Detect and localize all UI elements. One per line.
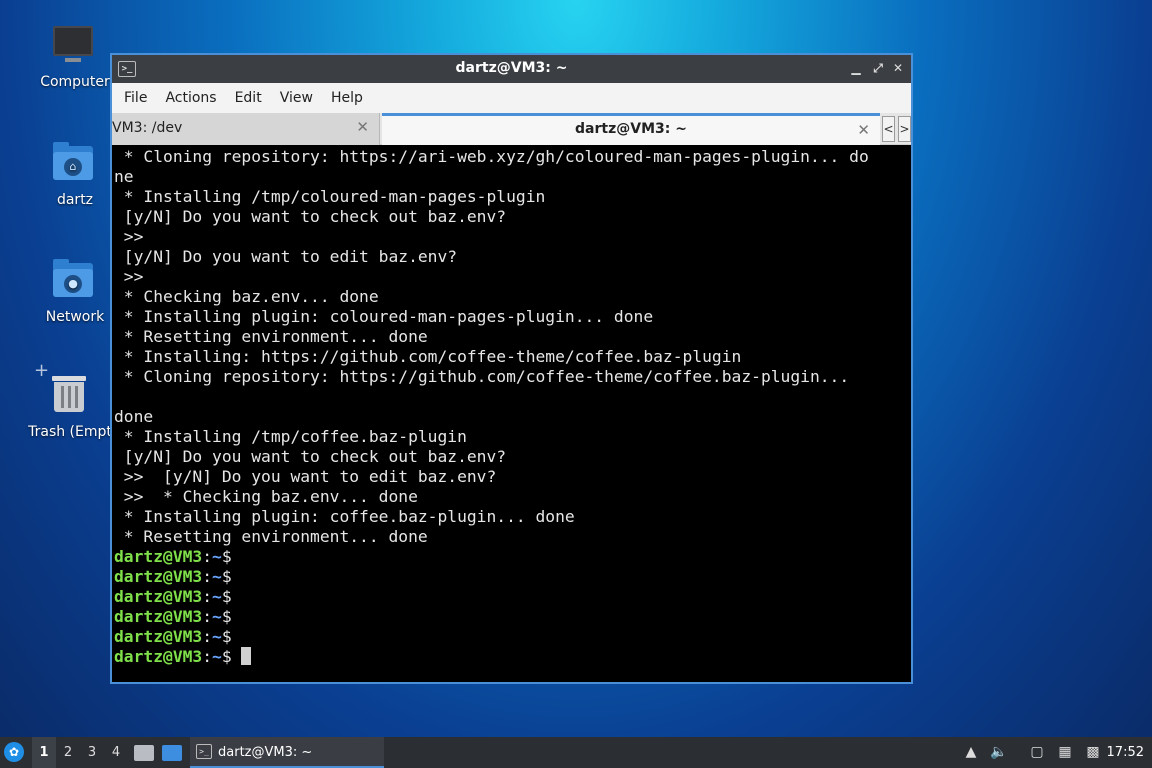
prompt-separator: : xyxy=(202,607,213,626)
terminal-prompt-line: dartz@VM3:~$ xyxy=(114,587,911,607)
terminal-output-line: [y/N] Do you want to edit baz.env? xyxy=(114,247,458,266)
workspace-3[interactable]: 3 xyxy=(80,737,104,768)
terminal-prompt-line: dartz@VM3:~$ xyxy=(114,547,911,567)
prompt-symbol: $ xyxy=(221,547,242,566)
menu-edit[interactable]: Edit xyxy=(233,90,272,106)
prompt-path: ~ xyxy=(212,607,222,626)
prompt-user-host: dartz@VM3 xyxy=(114,607,203,626)
terminal-output[interactable]: * Cloning repository: https://ari-web.xy… xyxy=(114,147,911,682)
minimize-button[interactable]: ▁ xyxy=(847,59,865,77)
menu-help[interactable]: Help xyxy=(329,90,373,106)
terminal-output-line: * Cloning repository: https://github.com… xyxy=(114,367,850,386)
desktop-icon-trash[interactable]: Trash (Empt xyxy=(20,372,120,440)
menu-file[interactable]: File xyxy=(122,90,157,106)
terminal-output-line: * Installing /tmp/coffee.baz-plugin xyxy=(114,427,467,446)
workspace-2[interactable]: 2 xyxy=(56,737,80,768)
close-button[interactable]: ✕ xyxy=(889,59,907,77)
tray-expand-icon[interactable]: ▲ xyxy=(960,737,982,768)
terminal-output-line: [y/N] Do you want to check out baz.env? xyxy=(114,207,507,226)
terminal-output-line: >> xyxy=(114,267,144,286)
prompt-path: ~ xyxy=(212,547,222,566)
prompt-separator: : xyxy=(202,547,213,566)
terminal-icon: >_ xyxy=(196,744,212,759)
prompt-user-host: dartz@VM3 xyxy=(114,567,203,586)
terminal-prompt-line: dartz@VM3:~$ xyxy=(114,567,911,587)
tab-close-icon[interactable]: ✕ xyxy=(857,121,870,139)
tab-label: dartz@VM3: ~ xyxy=(575,121,687,137)
prompt-symbol: $ xyxy=(221,587,242,606)
desktop-icon-label: Trash (Empt xyxy=(28,424,112,440)
home-folder-icon: ⌂ xyxy=(51,140,99,188)
terminal-output-line: * Installing plugin: coffee.baz-plugin..… xyxy=(114,507,575,526)
terminal-output-line: [y/N] Do you want to check out baz.env? xyxy=(114,447,507,466)
file-manager-launcher[interactable] xyxy=(134,737,158,768)
terminal-output-line: >> [y/N] Do you want to edit baz.env? xyxy=(114,467,497,486)
notifications-icon[interactable]: ▩ xyxy=(1082,737,1104,768)
terminal-output-line: done xyxy=(114,407,154,426)
terminal-output-line: >> xyxy=(114,227,144,246)
prompt-symbol: $ xyxy=(221,647,242,666)
prompt-user-host: dartz@VM3 xyxy=(114,547,203,566)
trash-icon xyxy=(46,372,94,420)
distro-logo-icon: ✿ xyxy=(4,742,24,762)
tab-scroll-right-button[interactable]: > xyxy=(898,116,911,142)
clipboard-icon[interactable]: ▢ xyxy=(1026,737,1048,768)
prompt-separator: : xyxy=(202,627,213,646)
workspace-1[interactable]: 1 xyxy=(32,737,56,768)
menu-bar: File Actions Edit View Help xyxy=(112,83,911,113)
terminal-output-line: * Installing /tmp/coloured-man-pages-plu… xyxy=(114,187,546,206)
prompt-separator: : xyxy=(202,647,213,666)
terminal-output-line: * Resetting environment... done xyxy=(114,527,428,546)
tab-close-icon[interactable]: ✕ xyxy=(356,118,369,136)
terminal-prompt-line: dartz@VM3:~$ xyxy=(114,627,911,647)
prompt-user-host: dartz@VM3 xyxy=(114,647,203,666)
taskbar-terminal-button[interactable]: >_ dartz@VM3: ~ xyxy=(190,737,384,768)
prompt-separator: : xyxy=(202,567,213,586)
taskbar: ✿ 1 2 3 4 >_ dartz@VM3: ~ ▲ 🔈 ▢ ▦ ▩ 17:5… xyxy=(0,737,1152,768)
desktop-icon xyxy=(162,745,182,761)
terminal-output-line: * Installing: https://github.com/coffee-… xyxy=(114,347,742,366)
prompt-path: ~ xyxy=(212,587,222,606)
tab-label: VM3: /dev xyxy=(112,120,183,136)
terminal-window[interactable]: >_ dartz@VM3: ~ ▁ ⤢ ✕ File Actions Edit … xyxy=(110,53,913,684)
computer-icon xyxy=(51,22,99,70)
terminal-output-line: >> * Checking baz.env... done xyxy=(114,487,418,506)
prompt-symbol: $ xyxy=(221,567,242,586)
clock[interactable]: 17:52 xyxy=(1107,737,1144,768)
window-title: dartz@VM3: ~ xyxy=(455,60,568,76)
volume-icon[interactable]: 🔈 xyxy=(988,737,1010,768)
prompt-path: ~ xyxy=(212,627,222,646)
network-folder-icon: ● xyxy=(51,257,99,305)
prompt-path: ~ xyxy=(212,647,222,666)
file-cabinet-icon xyxy=(134,745,154,761)
terminal-output-line: * Cloning repository: https://ari-web.xy… xyxy=(114,147,869,166)
tab-bar: VM3: /dev ✕ dartz@VM3: ~ ✕ < > xyxy=(112,113,911,145)
tab-dev[interactable]: VM3: /dev ✕ xyxy=(112,113,380,145)
terminal-prompt-line: dartz@VM3:~$ xyxy=(114,647,911,667)
prompt-user-host: dartz@VM3 xyxy=(114,587,203,606)
terminal-output-line: * Checking baz.env... done xyxy=(114,287,379,306)
terminal-output-line: * Installing plugin: coloured-man-pages-… xyxy=(114,307,654,326)
tab-home[interactable]: dartz@VM3: ~ ✕ xyxy=(382,113,880,145)
prompt-symbol: $ xyxy=(221,607,242,626)
terminal-output-line: ne xyxy=(114,167,134,186)
window-titlebar[interactable]: >_ dartz@VM3: ~ ▁ ⤢ ✕ xyxy=(112,55,911,83)
prompt-symbol: $ xyxy=(221,627,242,646)
task-label: dartz@VM3: ~ xyxy=(218,745,313,760)
workspace-4[interactable]: 4 xyxy=(104,737,128,768)
show-desktop-launcher[interactable] xyxy=(162,737,186,768)
terminal-output-line: * Resetting environment... done xyxy=(114,327,428,346)
prompt-path: ~ xyxy=(212,567,222,586)
prompt-user-host: dartz@VM3 xyxy=(114,627,203,646)
network-status-icon[interactable]: ▦ xyxy=(1054,737,1076,768)
terminal-cursor xyxy=(241,647,252,665)
prompt-separator: : xyxy=(202,587,213,606)
menu-view[interactable]: View xyxy=(278,90,323,106)
tab-scroll-left-button[interactable]: < xyxy=(882,116,895,142)
menu-actions[interactable]: Actions xyxy=(163,90,226,106)
start-menu-button[interactable]: ✿ xyxy=(4,737,28,768)
maximize-button[interactable]: ⤢ xyxy=(869,59,887,77)
terminal-prompt-line: dartz@VM3:~$ xyxy=(114,607,911,627)
